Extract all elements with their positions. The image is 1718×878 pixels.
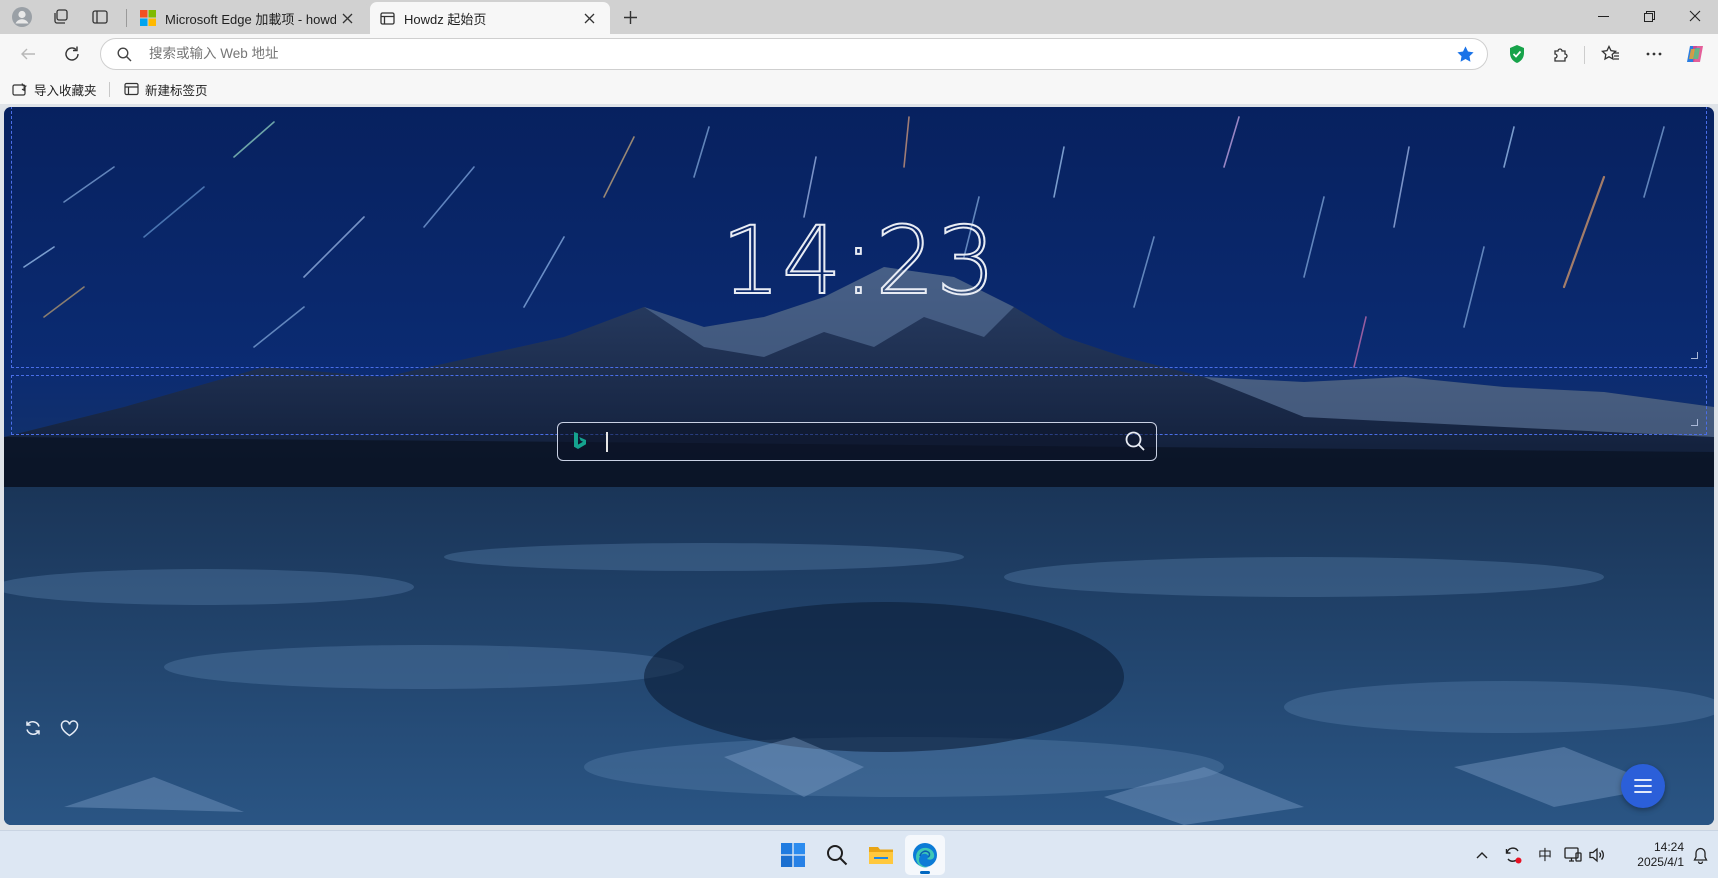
search-icon <box>827 845 848 866</box>
tab-title: Microsoft Edge 加載项 - howdz起 <box>165 11 336 27</box>
new-tab-button[interactable] <box>614 3 646 31</box>
address-input[interactable] <box>149 39 1437 69</box>
resize-handle-icon[interactable] <box>1691 419 1698 426</box>
show-hidden-icons-button[interactable] <box>1472 843 1492 867</box>
favorites-button[interactable] <box>1594 38 1626 70</box>
page-icon <box>380 11 395 25</box>
profile-icon <box>12 7 32 27</box>
extensions-button[interactable] <box>1545 38 1577 70</box>
tab-howdz[interactable]: Howdz 起始页 <box>370 2 610 34</box>
page-icon <box>124 82 139 96</box>
refresh-wallpaper-button[interactable] <box>22 717 44 739</box>
heart-icon <box>60 719 78 736</box>
bing-icon[interactable] <box>572 431 588 451</box>
clock-display: 14:23 <box>720 206 997 317</box>
volume-button[interactable] <box>1586 843 1608 867</box>
new-tab-favorite-item[interactable]: 新建标签页 <box>118 77 214 101</box>
tab-strip: Microsoft Edge 加載项 - howdz起 Howdz 起始页 <box>0 0 1718 34</box>
refresh-icon <box>26 721 40 735</box>
windows-start-icon <box>781 843 805 867</box>
close-icon <box>584 13 594 23</box>
sync-icon <box>1505 847 1522 864</box>
restore-icon <box>1643 10 1655 22</box>
fav-item-label: 导入收藏夹 <box>34 83 97 98</box>
start-button[interactable] <box>773 835 813 875</box>
notifications-button[interactable] <box>1688 843 1712 867</box>
close-tab-button[interactable] <box>578 7 600 29</box>
workspaces-icon <box>54 9 68 24</box>
shield-check-icon <box>1510 45 1524 63</box>
refresh-button[interactable] <box>56 38 88 70</box>
favorite-wallpaper-button[interactable] <box>58 717 80 739</box>
puzzle-icon <box>1554 48 1568 62</box>
minimize-icon <box>1597 15 1609 17</box>
search-box[interactable] <box>557 422 1157 461</box>
edge-icon <box>913 843 937 868</box>
close-tab-button[interactable] <box>336 7 358 29</box>
workspaces-button[interactable] <box>45 3 77 31</box>
search-input[interactable] <box>610 423 1112 459</box>
system-clock[interactable]: 14:24 2025/4/1 <box>1620 840 1684 870</box>
close-window-button[interactable] <box>1672 0 1718 32</box>
search-icon <box>117 47 132 62</box>
settings-more-button[interactable] <box>1638 38 1670 70</box>
start-page: 14:23 <box>4 107 1714 825</box>
volume-icon <box>1589 847 1604 863</box>
file-explorer-icon <box>869 847 893 864</box>
plus-icon <box>623 10 637 24</box>
active-app-indicator <box>920 871 930 874</box>
chevron-up-icon <box>1476 852 1488 859</box>
taskbar-search-button[interactable] <box>817 835 857 875</box>
file-explorer-button[interactable] <box>861 835 901 875</box>
text-caret <box>606 432 608 452</box>
import-favorites-item[interactable]: 导入收藏夹 <box>6 77 103 101</box>
microsoft-logo-icon <box>140 10 156 26</box>
search-icon[interactable] <box>1124 430 1146 452</box>
resize-handle-icon[interactable] <box>1691 352 1698 359</box>
close-icon <box>1689 10 1701 22</box>
toolbar-separator <box>1584 46 1585 64</box>
address-bar[interactable] <box>100 38 1488 70</box>
profile-button[interactable] <box>6 3 38 31</box>
hamburger-menu-icon <box>1634 779 1652 793</box>
favorite-star-icon[interactable] <box>1456 45 1475 64</box>
bell-icon <box>1692 847 1708 864</box>
back-arrow-icon <box>21 48 35 60</box>
menu-button[interactable] <box>1621 764 1665 808</box>
refresh-icon <box>65 46 79 61</box>
restore-button[interactable] <box>1626 0 1672 32</box>
edge-taskbar-button[interactable] <box>905 835 945 875</box>
more-dots-icon <box>1646 52 1662 56</box>
tab-edge-addons[interactable]: Microsoft Edge 加載项 - howdz起 <box>130 2 368 34</box>
copilot-icon <box>1687 46 1703 62</box>
minimize-button[interactable] <box>1580 0 1626 32</box>
import-favorites-icon <box>12 82 27 96</box>
vertical-tabs-button[interactable] <box>84 3 116 31</box>
network-button[interactable] <box>1562 843 1584 867</box>
system-date: 2025/4/1 <box>1637 855 1684 869</box>
network-icon <box>1564 847 1582 862</box>
favorites-list-icon <box>1600 45 1619 61</box>
tab-title: Howdz 起始页 <box>404 11 487 27</box>
back-button[interactable] <box>12 38 44 70</box>
windows-taskbar: 中 14:24 2025/4/1 <box>0 830 1718 878</box>
fav-item-label: 新建标签页 <box>145 83 208 98</box>
system-time: 14:24 <box>1653 840 1684 854</box>
favorites-separator <box>109 82 110 97</box>
copilot-button[interactable] <box>1679 38 1711 70</box>
browser-essentials-button[interactable] <box>1501 38 1533 70</box>
close-icon <box>342 13 352 23</box>
tab-separator <box>126 9 127 27</box>
ime-indicator[interactable]: 中 <box>1534 843 1556 867</box>
sync-tray-button[interactable] <box>1502 843 1524 867</box>
favorites-bar: 导入收藏夹 新建标签页 <box>0 74 1718 104</box>
browser-toolbar <box>0 34 1718 74</box>
tab-actions-icon <box>92 10 108 24</box>
